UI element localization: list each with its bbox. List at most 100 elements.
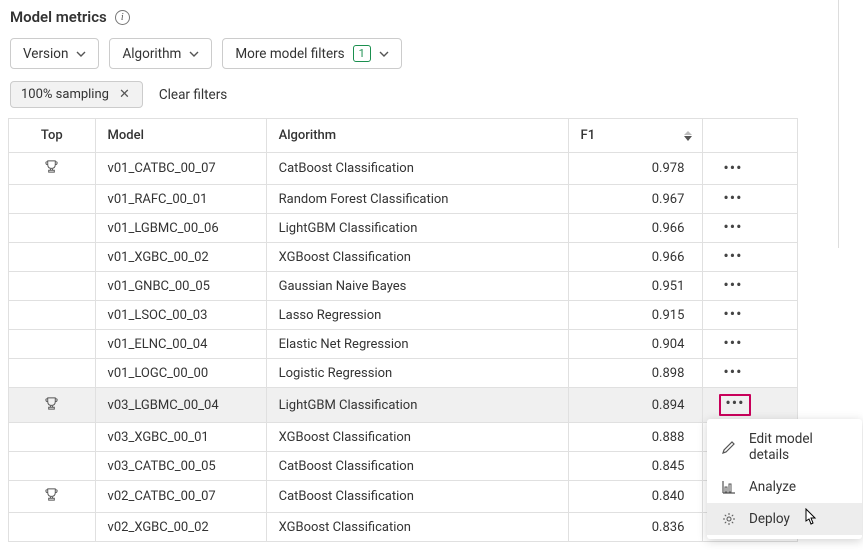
- cell-top: [9, 481, 96, 513]
- table-row[interactable]: v01_XGBC_00_02XGBoost Classification0.96…: [9, 243, 798, 272]
- more-actions-icon[interactable]: •••: [719, 249, 746, 263]
- more-actions-icon[interactable]: •••: [719, 191, 746, 205]
- cell-model: v01_ELNC_00_04: [95, 330, 266, 359]
- more-actions-icon[interactable]: •••: [719, 220, 746, 234]
- trophy-icon: [44, 487, 59, 502]
- cell-f1: 0.888: [568, 423, 703, 452]
- cell-top: [9, 423, 96, 452]
- filter-chip-sampling[interactable]: 100% sampling ✕: [10, 81, 143, 108]
- algorithm-filter-label: Algorithm: [122, 46, 181, 62]
- cell-f1: 0.894: [568, 388, 703, 423]
- mouse-cursor-icon: [802, 508, 818, 528]
- table-row[interactable]: v01_GNBC_00_05Gaussian Naive Bayes0.951 •…: [9, 272, 798, 301]
- table-row[interactable]: v01_ELNC_00_04Elastic Net Regression0.90…: [9, 330, 798, 359]
- trophy-icon: [44, 396, 59, 411]
- more-actions-icon[interactable]: •••: [719, 336, 746, 350]
- more-actions-icon[interactable]: •••: [719, 278, 746, 292]
- row-actions-menu: Edit model details Analyze Deploy: [707, 419, 862, 539]
- table-row[interactable]: v03_LGBMC_00_04LightGBM Classification0.…: [9, 388, 798, 423]
- chevron-down-icon: [189, 49, 199, 59]
- cell-algorithm: LightGBM Classification: [266, 214, 568, 243]
- cell-f1: 0.845: [568, 452, 703, 481]
- cell-f1: 0.978: [568, 153, 703, 185]
- cell-algorithm: CatBoost Classification: [266, 481, 568, 513]
- more-actions-icon[interactable]: •••: [719, 394, 750, 416]
- cell-f1: 0.967: [568, 185, 703, 214]
- cell-top: [9, 388, 96, 423]
- menu-item-deploy[interactable]: Deploy: [707, 503, 862, 535]
- trophy-icon: [44, 159, 59, 174]
- cell-actions: •••: [703, 185, 798, 214]
- cell-actions: •••: [703, 272, 798, 301]
- bar-chart-icon: [721, 479, 737, 495]
- more-actions-icon[interactable]: •••: [719, 307, 746, 321]
- menu-item-edit[interactable]: Edit model details: [707, 423, 862, 471]
- cell-algorithm: Logistic Regression: [266, 359, 568, 388]
- clear-filters-link[interactable]: Clear filters: [159, 87, 227, 103]
- table-row[interactable]: v03_XGBC_00_01XGBoost Classification0.88…: [9, 423, 798, 452]
- page-title: Model metrics: [10, 8, 107, 26]
- cell-f1: 0.915: [568, 301, 703, 330]
- cell-model: v03_CATBC_00_05: [95, 452, 266, 481]
- cell-model: v01_LGBMC_00_06: [95, 214, 266, 243]
- cell-algorithm: Random Forest Classification: [266, 185, 568, 214]
- cell-algorithm: Gaussian Naive Bayes: [266, 272, 568, 301]
- column-header-f1[interactable]: F1: [568, 119, 703, 153]
- more-actions-icon[interactable]: •••: [719, 161, 746, 175]
- cell-model: v02_XGBC_00_02: [95, 513, 266, 542]
- cell-actions: •••: [703, 301, 798, 330]
- table-row[interactable]: v02_CATBC_00_07CatBoost Classification0.…: [9, 481, 798, 513]
- column-header-top[interactable]: Top: [9, 119, 96, 153]
- cell-actions: •••: [703, 388, 798, 423]
- close-icon[interactable]: ✕: [117, 87, 132, 102]
- more-actions-icon[interactable]: •••: [719, 365, 746, 379]
- table-row[interactable]: v01_LGBMC_00_06LightGBM Classification0.…: [9, 214, 798, 243]
- filter-chip-label: 100% sampling: [21, 87, 109, 102]
- cell-actions: •••: [703, 359, 798, 388]
- cell-top: [9, 301, 96, 330]
- cell-f1: 0.836: [568, 513, 703, 542]
- column-header-algorithm[interactable]: Algorithm: [266, 119, 568, 153]
- cell-model: v01_LOGC_00_00: [95, 359, 266, 388]
- table-row[interactable]: v01_LSOC_00_03Lasso Regression0.915 •••: [9, 301, 798, 330]
- cell-model: v03_LGBMC_00_04: [95, 388, 266, 423]
- cell-algorithm: Lasso Regression: [266, 301, 568, 330]
- cell-f1: 0.898: [568, 359, 703, 388]
- algorithm-filter[interactable]: Algorithm: [109, 38, 212, 69]
- cell-top: [9, 153, 96, 185]
- version-filter-label: Version: [23, 46, 68, 62]
- cell-f1: 0.966: [568, 243, 703, 272]
- column-header-actions: [703, 119, 798, 153]
- cell-algorithm: XGBoost Classification: [266, 423, 568, 452]
- model-metrics-table: Top Model Algorithm F1 v01_CATBC_00_07Ca…: [8, 118, 798, 542]
- cell-model: v01_GNBC_00_05: [95, 272, 266, 301]
- cell-algorithm: Elastic Net Regression: [266, 330, 568, 359]
- cell-actions: •••: [703, 153, 798, 185]
- more-filters-label: More model filters: [235, 46, 344, 62]
- cell-algorithm: CatBoost Classification: [266, 153, 568, 185]
- cell-f1: 0.966: [568, 214, 703, 243]
- version-filter[interactable]: Version: [10, 38, 99, 69]
- chevron-down-icon: [379, 49, 389, 59]
- cell-model: v01_LSOC_00_03: [95, 301, 266, 330]
- sort-indicator-icon: [684, 131, 692, 141]
- menu-item-analyze[interactable]: Analyze: [707, 471, 862, 503]
- table-row[interactable]: v01_CATBC_00_07CatBoost Classification0.…: [9, 153, 798, 185]
- cell-algorithm: XGBoost Classification: [266, 243, 568, 272]
- cell-model: v01_XGBC_00_02: [95, 243, 266, 272]
- cell-top: [9, 243, 96, 272]
- pencil-icon: [721, 439, 737, 455]
- column-header-model[interactable]: Model: [95, 119, 266, 153]
- cell-top: [9, 185, 96, 214]
- info-icon[interactable]: i: [115, 10, 130, 25]
- table-row[interactable]: v01_LOGC_00_00Logistic Regression0.898 ••…: [9, 359, 798, 388]
- cell-model: v01_RAFC_00_01: [95, 185, 266, 214]
- deploy-icon: [721, 511, 737, 527]
- table-row[interactable]: v02_XGBC_00_02XGBoost Classification0.83…: [9, 513, 798, 542]
- table-row[interactable]: v01_RAFC_00_01Random Forest Classificati…: [9, 185, 798, 214]
- cell-f1: 0.840: [568, 481, 703, 513]
- table-row[interactable]: v03_CATBC_00_05CatBoost Classification0.…: [9, 452, 798, 481]
- cell-top: [9, 214, 96, 243]
- more-model-filters[interactable]: More model filters 1: [222, 38, 401, 69]
- cell-f1: 0.951: [568, 272, 703, 301]
